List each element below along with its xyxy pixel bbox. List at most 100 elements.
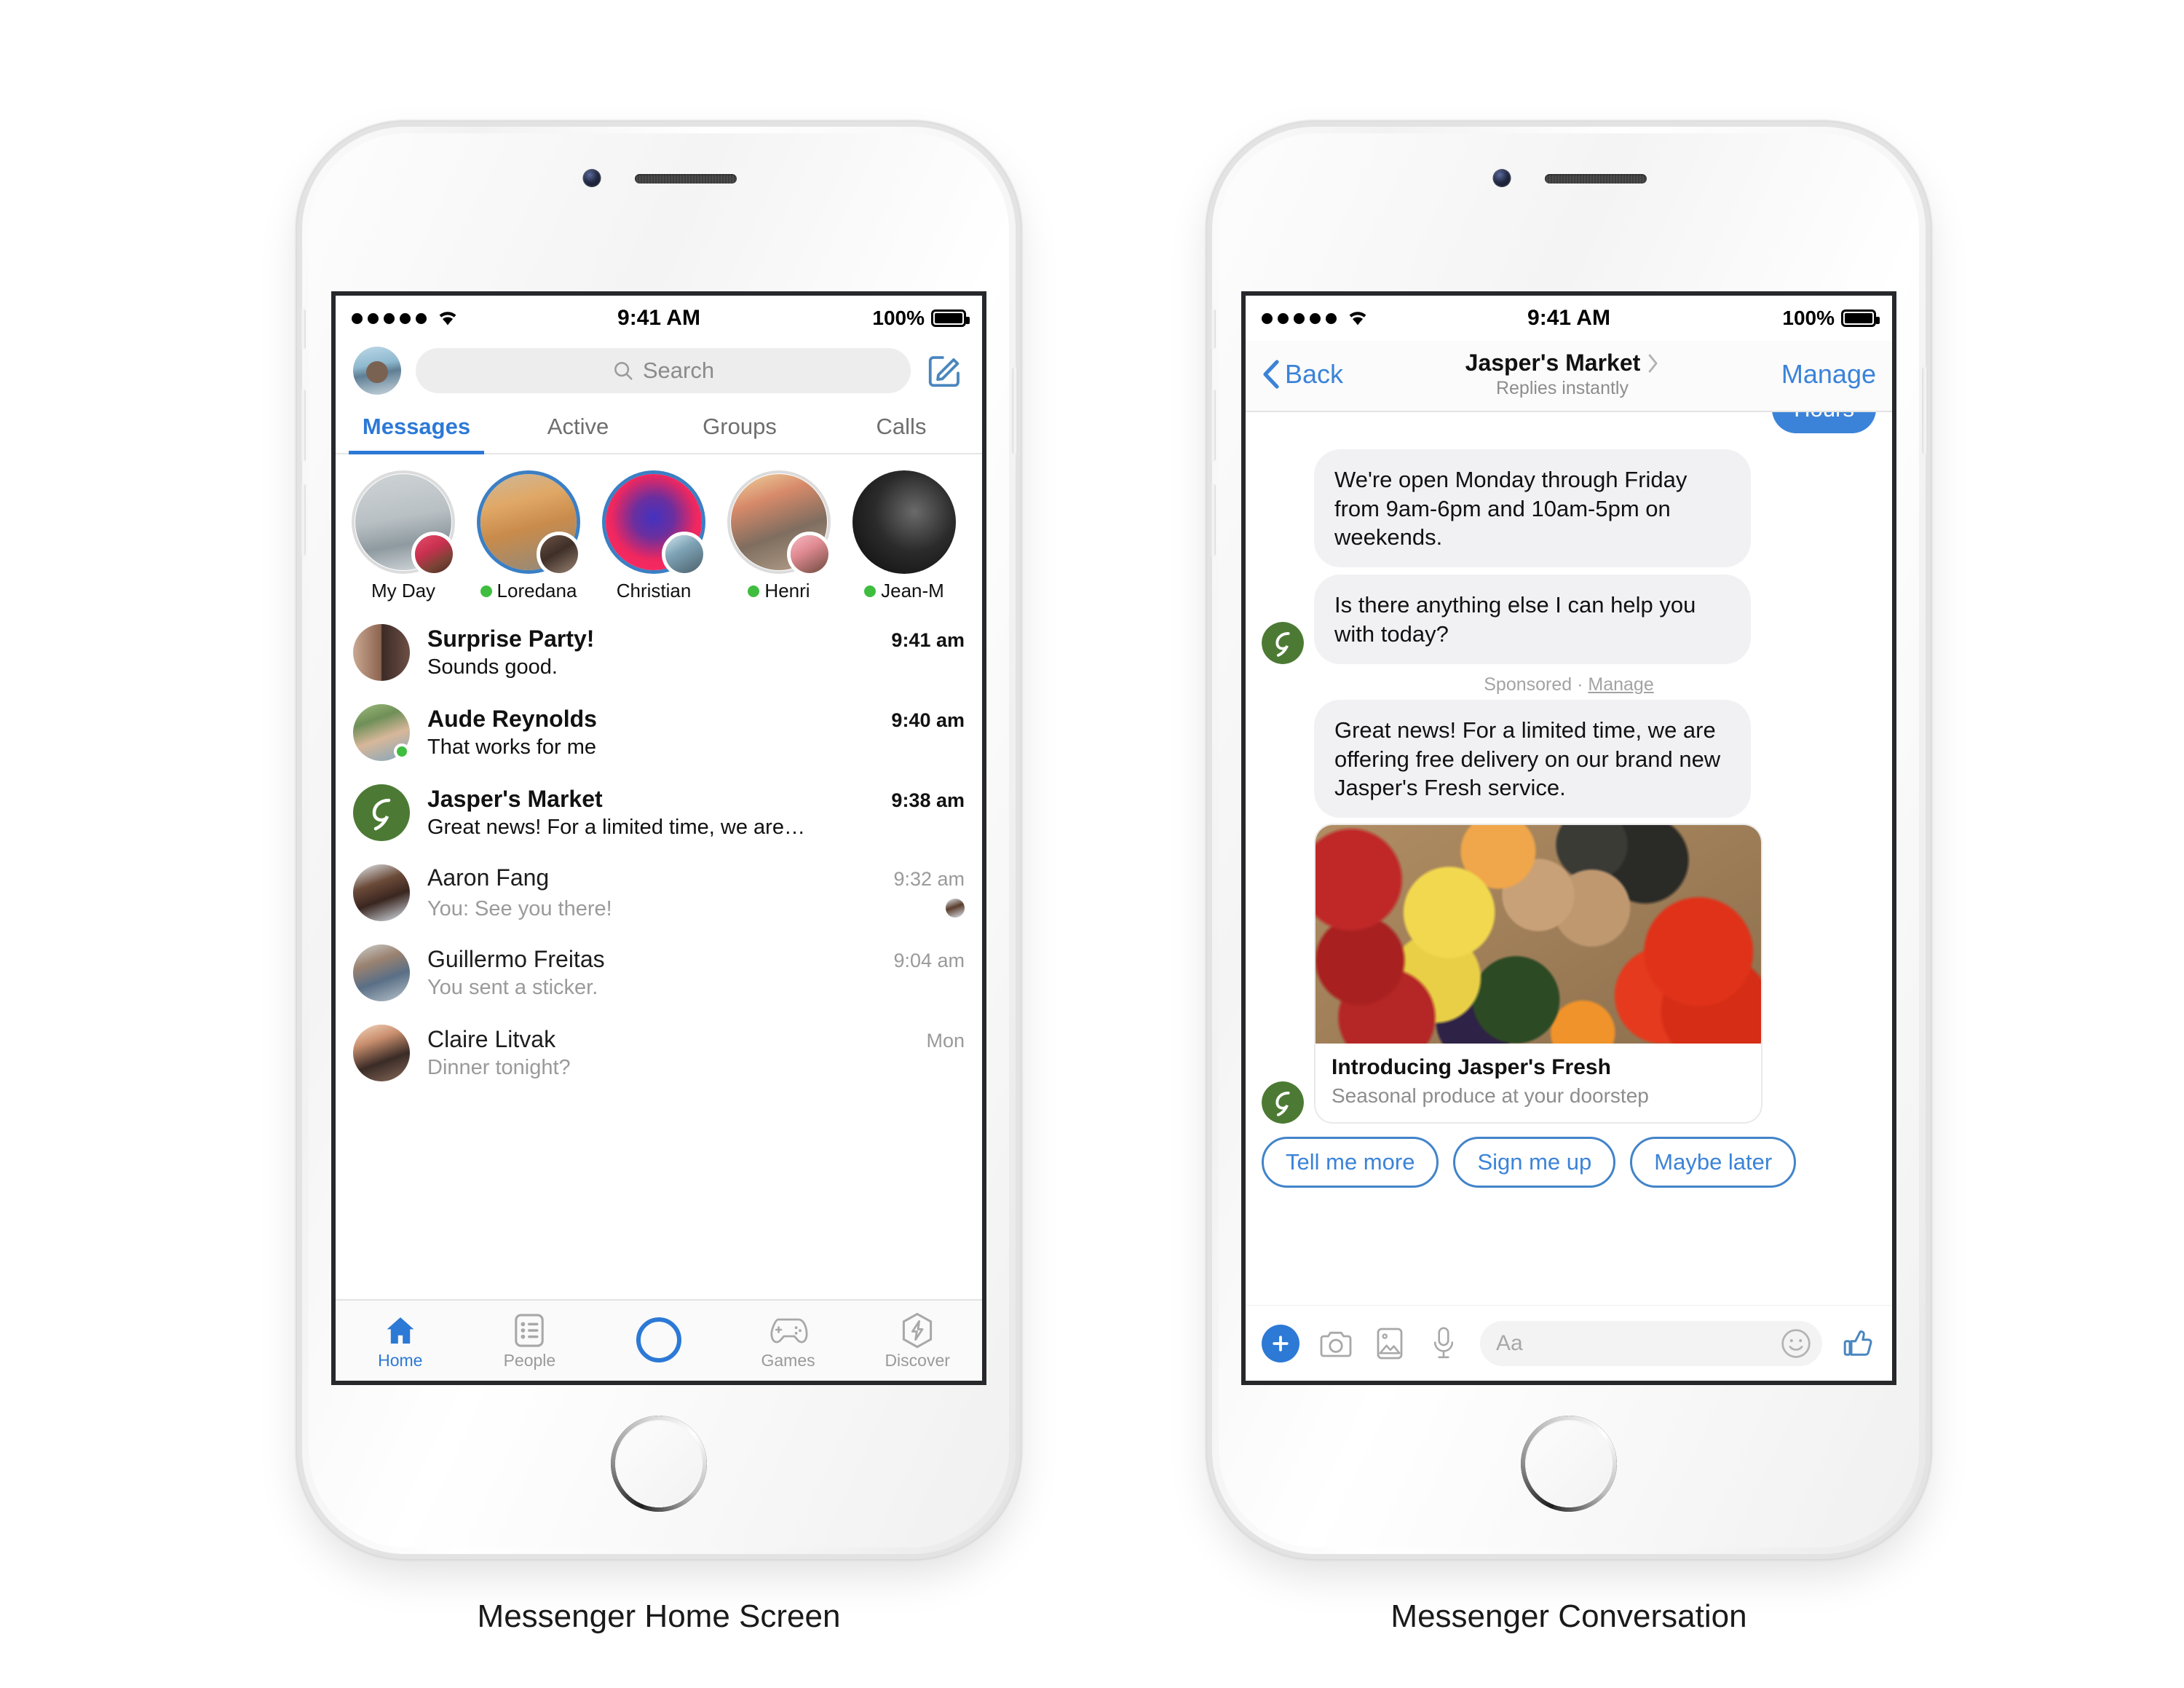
nav-label: Discover	[885, 1350, 950, 1370]
wifi-icon	[1349, 312, 1366, 326]
home-button[interactable]	[611, 1416, 707, 1512]
nav-item-home[interactable]: Home	[336, 1312, 465, 1370]
story-my-day[interactable]: My Day	[352, 470, 456, 602]
avatar	[353, 1025, 410, 1081]
caption-right: Messenger Conversation	[1390, 1598, 1747, 1634]
fresh-produce-photo	[1315, 825, 1761, 1044]
story-thumbnail	[852, 470, 956, 574]
list-item-body: Aude Reynolds 9:40 am That works for me	[427, 706, 965, 760]
microphone-icon[interactable]	[1426, 1326, 1461, 1361]
story-label: My Day	[352, 580, 455, 602]
story-name-text: Jean-M	[881, 580, 944, 602]
volume-down-button[interactable]	[1210, 484, 1216, 556]
back-button[interactable]: Back	[1262, 359, 1343, 390]
thumbs-up-icon[interactable]	[1841, 1326, 1876, 1361]
list-item[interactable]: Aaron Fang 9:32 am You: See you there!	[336, 853, 982, 933]
story-loredana[interactable]: Loredana	[477, 470, 582, 602]
nav-label: Home	[378, 1350, 423, 1370]
message-row-incoming: We're open Monday through Friday from 9a…	[1246, 449, 1892, 568]
chat-bubble-outgoing[interactable]: Hours	[1772, 412, 1876, 434]
quick-reply-row: Tell me more Sign me up Maybe later	[1246, 1124, 1892, 1195]
list-item[interactable]: Guillermo Freitas 9:04 am You sent a sti…	[336, 933, 982, 1013]
ad-card[interactable]: Introducing Jasper's Fresh Seasonal prod…	[1314, 824, 1762, 1124]
list-item[interactable]: Claire Litvak Mon Dinner tonight?	[336, 1013, 982, 1093]
tab-active[interactable]: Active	[497, 403, 659, 453]
avatar	[353, 864, 410, 921]
conversation-time: Mon	[926, 1030, 965, 1052]
online-indicator-icon	[748, 585, 760, 597]
manage-button[interactable]: Manage	[1781, 359, 1876, 390]
chat-message-area: Hours We're open Monday through Friday f…	[1246, 412, 1892, 1264]
list-item[interactable]: Aude Reynolds 9:40 am That works for me	[336, 693, 982, 773]
story-christian[interactable]: Christian	[602, 470, 707, 602]
conversation-time: 9:40 am	[891, 709, 965, 731]
nav-item-games[interactable]: Games	[724, 1312, 853, 1370]
story-ring	[852, 470, 956, 574]
story-ring	[602, 470, 707, 577]
camera-shutter-icon	[636, 1317, 681, 1362]
plus-icon[interactable]	[1262, 1324, 1299, 1362]
story-name-text: Henri	[764, 580, 810, 602]
search-input[interactable]: Search	[416, 348, 911, 393]
avatar	[1262, 1081, 1304, 1124]
conversation-preview: You sent a sticker.	[427, 976, 598, 999]
chat-bubble-incoming[interactable]: We're open Monday through Friday from 9a…	[1314, 449, 1751, 568]
story-henri[interactable]: Henri	[727, 470, 832, 602]
nav-item-people[interactable]: People	[465, 1312, 595, 1370]
sponsored-manage-link[interactable]: Manage	[1588, 674, 1653, 695]
list-item[interactable]: Surprise Party! 9:41 am Sounds good.	[336, 612, 982, 693]
battery-percent: 100%	[1782, 307, 1835, 329]
power-button[interactable]	[1012, 367, 1018, 454]
back-label: Back	[1285, 359, 1344, 389]
battery-percent: 100%	[872, 307, 925, 329]
story-jean-m[interactable]: Jean-M	[852, 470, 956, 602]
chat-title-block[interactable]: Jasper's Market Replies instantly	[1343, 350, 1781, 399]
status-bar-right: 9:41 AM 100%	[1246, 296, 1892, 341]
list-item-body: Claire Litvak Mon Dinner tonight?	[427, 1026, 965, 1080]
story-author-avatar	[787, 532, 832, 577]
battery-icon	[931, 309, 970, 327]
story-name-text: Christian	[616, 580, 692, 602]
tab-calls[interactable]: Calls	[820, 403, 982, 453]
chat-bubble-ad-text[interactable]: Great news! For a limited time, we are o…	[1314, 700, 1751, 819]
tab-messages[interactable]: Messages	[336, 403, 497, 454]
jaspers-market-logo-icon	[372, 798, 391, 831]
story-label: Henri	[727, 580, 831, 602]
home-button[interactable]	[1521, 1416, 1617, 1512]
conversation-preview: That works for me	[427, 735, 597, 759]
sponsored-text: Sponsored ·	[1484, 674, 1588, 695]
chevron-left-icon	[1263, 360, 1279, 389]
smiley-icon[interactable]	[1780, 1328, 1812, 1360]
volume-up-button[interactable]	[300, 389, 306, 462]
silent-switch[interactable]	[300, 309, 306, 350]
quick-reply-tell-me-more[interactable]: Tell me more	[1262, 1137, 1439, 1188]
stories-row[interactable]: My Day Loredana Christian Henri Jean-M	[336, 454, 982, 612]
quick-reply-maybe-later[interactable]: Maybe later	[1630, 1137, 1797, 1188]
volume-up-button[interactable]	[1210, 389, 1216, 462]
avatar	[353, 944, 410, 1001]
volume-down-button[interactable]	[300, 484, 306, 556]
quick-reply-sign-me-up[interactable]: Sign me up	[1453, 1137, 1616, 1188]
compose-icon[interactable]	[925, 351, 965, 390]
conversation-name: Claire Litvak	[427, 1026, 556, 1052]
chat-bubble-incoming[interactable]: Is there anything else I can help you wi…	[1314, 575, 1751, 665]
chat-title-text: Jasper's Market	[1465, 350, 1641, 376]
message-input[interactable]: Aa	[1480, 1320, 1822, 1366]
power-button[interactable]	[1922, 367, 1928, 454]
battery-icon	[1841, 309, 1880, 327]
nav-label: Games	[761, 1350, 815, 1370]
silent-switch[interactable]	[1210, 309, 1216, 350]
tab-groups[interactable]: Groups	[659, 403, 820, 453]
camera-icon[interactable]	[1318, 1326, 1353, 1361]
nav-item-camera[interactable]	[594, 1317, 724, 1364]
list-item-body: Aaron Fang 9:32 am You: See you there!	[427, 864, 965, 921]
chevron-right-icon	[1648, 353, 1658, 373]
search-icon	[614, 362, 633, 380]
list-item[interactable]: Jasper's Market 9:38 am Great news! For …	[336, 773, 982, 853]
photo-gallery-icon[interactable]	[1372, 1326, 1407, 1361]
nav-item-discover[interactable]: Discover	[852, 1312, 982, 1370]
screen-conversation: 9:41 AM 100% Back Jasper's Market Replie…	[1246, 296, 1892, 1381]
story-ring	[727, 470, 832, 577]
story-author-avatar	[662, 532, 707, 577]
avatar[interactable]	[353, 347, 401, 395]
